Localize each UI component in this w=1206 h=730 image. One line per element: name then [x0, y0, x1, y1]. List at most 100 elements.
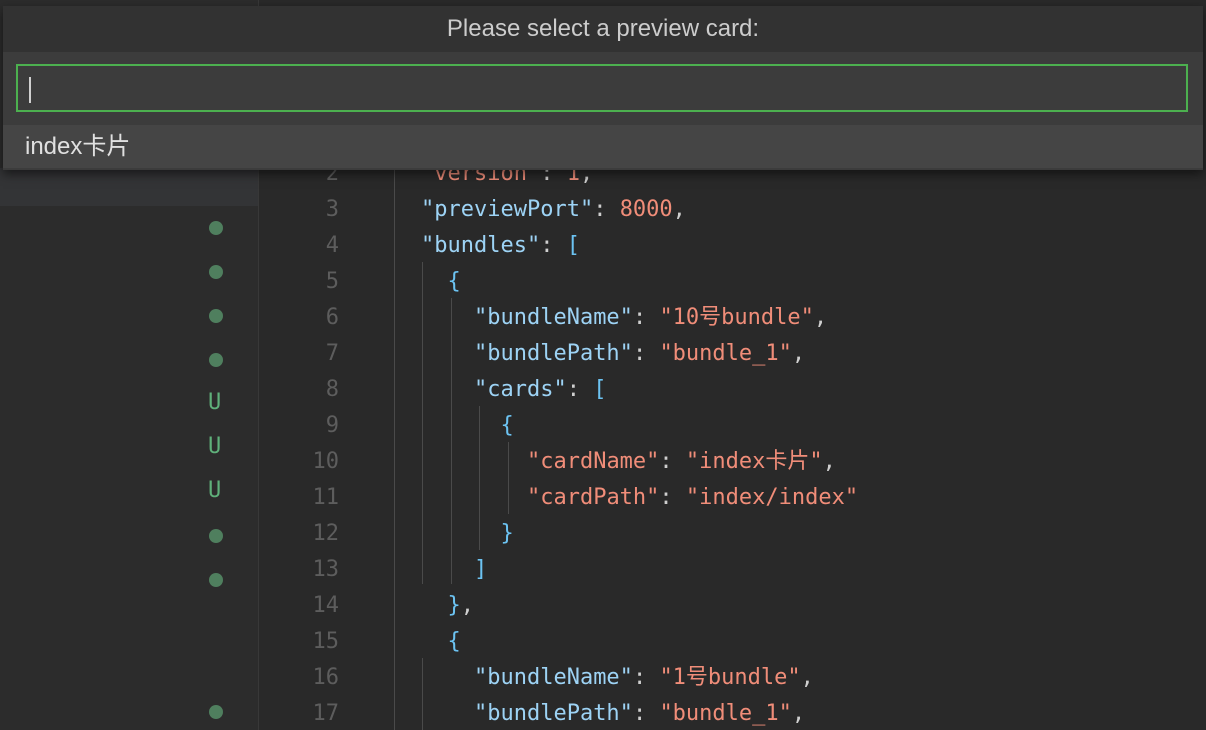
code-line[interactable]: 6 "bundleName": "10号bundle", — [259, 300, 1206, 336]
line-code: "cardPath": "index/index" — [421, 480, 858, 516]
line-number: 5 — [325, 269, 339, 294]
quick-pick-panel: Please select a preview card: index卡片 — [3, 6, 1203, 170]
code-line[interactable]: 17 "bundlePath": "bundle_1", — [259, 696, 1206, 730]
line-number: 8 — [325, 377, 339, 402]
line-number: 16 — [312, 665, 340, 690]
line-number: 6 — [325, 305, 339, 330]
line-number: 14 — [312, 593, 340, 618]
code-line[interactable]: 4 "bundles": [ — [259, 228, 1206, 264]
code-token: : — [566, 377, 594, 402]
line-number: 13 — [312, 557, 340, 582]
code-line[interactable]: 9 { — [259, 408, 1206, 444]
code-line[interactable]: 15 { — [259, 624, 1206, 660]
line-code: "bundles": [ — [421, 228, 580, 264]
line-number: 11 — [312, 485, 340, 510]
code-token: [ — [566, 233, 580, 258]
line-code: ] — [421, 552, 487, 588]
quick-pick-item-index-card[interactable]: index卡片 — [3, 125, 1203, 168]
line-code: { — [421, 408, 514, 444]
code-line[interactable]: 14 }, — [259, 588, 1206, 624]
code-token: : — [540, 233, 567, 258]
code-token: , — [460, 593, 474, 618]
code-token: : — [593, 197, 620, 222]
code-token: } — [447, 593, 461, 618]
code-token: , — [791, 701, 806, 726]
git-untracked-label: U — [208, 478, 222, 503]
code-token: "previewPort" — [421, 197, 594, 222]
line-code: "previewPort": 8000, — [421, 192, 686, 228]
code-token: , — [791, 341, 806, 366]
code-token: "bundles" — [421, 233, 541, 258]
code-line[interactable]: 7 "bundlePath": "bundle_1", — [259, 336, 1206, 372]
code-line[interactable]: 16 "bundleName": "1号bundle", — [259, 660, 1206, 696]
line-code: { — [421, 264, 461, 300]
code-token: : — [632, 341, 660, 366]
code-token: [ — [593, 377, 607, 402]
code-token: 8000 — [619, 197, 673, 222]
code-token: : — [632, 305, 660, 330]
line-number: 4 — [325, 233, 339, 258]
line-code: "bundleName": "10号bundle", — [421, 300, 827, 336]
line-number: 15 — [312, 629, 340, 654]
code-token: : — [659, 449, 686, 474]
code-token: , — [822, 449, 836, 474]
code-token: { — [447, 269, 461, 294]
line-number: 10 — [312, 449, 340, 474]
code-line[interactable]: 13 ] — [259, 552, 1206, 588]
line-code: "cards": [ — [421, 372, 606, 408]
code-token: , — [813, 305, 828, 330]
code-token: { — [500, 413, 514, 438]
code-token: "index卡片" — [685, 449, 823, 474]
line-number: 17 — [312, 701, 340, 726]
code-token: "index/index" — [685, 485, 859, 510]
code-line[interactable]: 10 "cardName": "index卡片", — [259, 444, 1206, 480]
line-number: 12 — [312, 521, 340, 546]
code-token: "bundleName" — [473, 665, 633, 690]
code-token: "bundle_1" — [659, 341, 792, 366]
git-untracked-label: U — [208, 434, 222, 459]
selected-file-row[interactable] — [0, 168, 258, 206]
code-token: "10号bundle" — [659, 305, 814, 330]
line-code: "bundlePath": "bundle_1", — [421, 696, 805, 730]
line-number: 9 — [325, 413, 339, 438]
code-token: ] — [473, 557, 488, 582]
quick-pick-input[interactable] — [16, 64, 1188, 112]
code-token: , — [672, 197, 686, 222]
code-token: , — [800, 665, 814, 690]
code-line[interactable]: 12 } — [259, 516, 1206, 552]
code-token: "bundlePath" — [473, 701, 633, 726]
line-number: 3 — [325, 197, 339, 222]
line-code: "bundlePath": "bundle_1", — [421, 336, 805, 372]
quick-pick-list: index卡片 — [3, 125, 1203, 168]
line-number: 7 — [325, 341, 339, 366]
code-token: "cards" — [473, 377, 567, 402]
line-code: { — [421, 624, 461, 660]
code-token: : — [632, 701, 660, 726]
code-token: "cardName" — [526, 449, 660, 474]
code-token: : — [659, 485, 686, 510]
code-token: "1号bundle" — [659, 665, 801, 690]
line-code: }, — [421, 588, 475, 624]
code-token: "cardPath" — [526, 485, 660, 510]
code-line[interactable]: 3 "previewPort": 8000, — [259, 192, 1206, 228]
code-token: { — [447, 629, 461, 654]
code-token: "bundleName" — [473, 305, 633, 330]
code-token: : — [632, 665, 660, 690]
code-line[interactable]: 11 "cardPath": "index/index" — [259, 480, 1206, 516]
code-line[interactable]: 8 "cards": [ — [259, 372, 1206, 408]
code-line[interactable]: 5 { — [259, 264, 1206, 300]
text-cursor — [29, 77, 31, 103]
line-code: "cardName": "index卡片", — [421, 444, 836, 480]
